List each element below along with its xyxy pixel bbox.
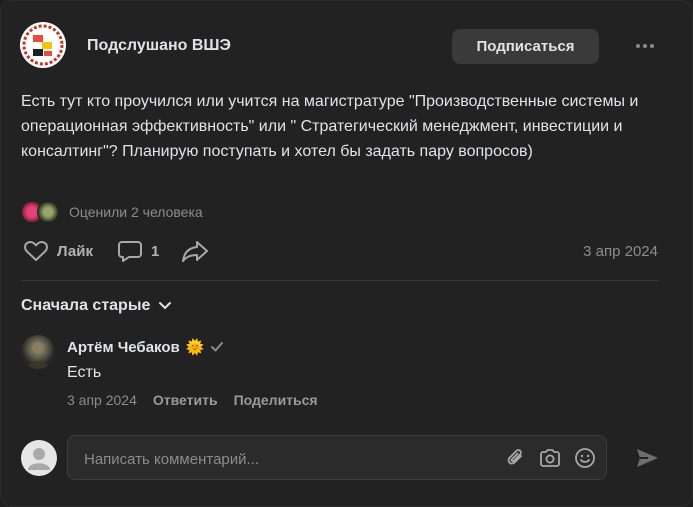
divider: [21, 280, 659, 281]
like-button[interactable]: Лайк: [23, 239, 93, 263]
liker-avatar: [37, 201, 59, 223]
comment-meta: 3 апр 2024 Ответить Поделиться: [67, 392, 318, 408]
share-button[interactable]: [181, 239, 209, 263]
comments-count: 1: [151, 242, 160, 260]
send-icon[interactable]: [633, 444, 661, 472]
comment-composer: [67, 435, 607, 480]
heart-icon: [24, 241, 48, 261]
likes-count-text[interactable]: Оценили 2 человека: [69, 204, 203, 220]
smile-icon[interactable]: [573, 446, 597, 470]
comment-input[interactable]: [82, 446, 486, 472]
comment-date: 3 апр 2024: [67, 392, 137, 408]
group-avatar[interactable]: [20, 22, 66, 68]
post-text: Есть тут кто проучился или учится на маг…: [21, 93, 639, 160]
comment-author-name: Артём Чебаков: [67, 338, 180, 356]
group-logo-icon: [21, 23, 65, 67]
comment-author-avatar[interactable]: [21, 335, 55, 369]
check-icon: [211, 342, 224, 352]
sort-label: Сначала старые: [21, 297, 151, 314]
comment-text: Есть: [67, 364, 102, 381]
camera-icon[interactable]: [538, 446, 562, 470]
comment-author[interactable]: Артём Чебаков 🌞: [67, 338, 224, 356]
post-card: Подслушано ВШЭ Подписаться Есть тут кто …: [0, 0, 693, 507]
sun-emoji-icon: 🌞: [185, 339, 205, 356]
comments-sort-dropdown[interactable]: Сначала старые: [21, 297, 172, 315]
reply-button[interactable]: Ответить: [153, 392, 218, 408]
comment-bubble-icon: [118, 241, 142, 262]
my-avatar[interactable]: [21, 440, 57, 476]
group-name[interactable]: Подслушано ВШЭ: [87, 37, 231, 55]
comments-button[interactable]: 1: [117, 239, 159, 263]
more-dots-icon[interactable]: [631, 37, 659, 55]
liker-avatars[interactable]: [21, 201, 63, 223]
post-date: 3 апр 2024: [583, 243, 658, 260]
subscribe-button[interactable]: Подписаться: [452, 29, 599, 64]
author-photo-icon: [27, 342, 49, 369]
share-arrow-icon: [182, 241, 208, 262]
share-comment-button[interactable]: Поделиться: [234, 392, 318, 408]
user-placeholder-icon: [28, 448, 50, 470]
paperclip-icon[interactable]: [504, 446, 528, 470]
chevron-down-icon: [159, 302, 172, 310]
like-label: Лайк: [57, 242, 93, 260]
